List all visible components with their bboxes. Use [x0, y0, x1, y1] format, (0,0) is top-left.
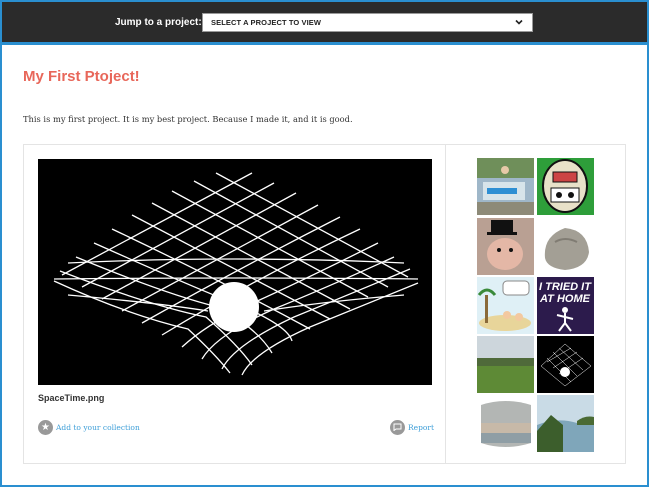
thumbnail-rock[interactable] — [537, 218, 594, 275]
page-frame: Jump to a project: SELECT A PROJECT TO V… — [0, 0, 649, 487]
star-icon: ★ — [38, 419, 53, 435]
tried-it-line1: I TRIED IT — [539, 281, 592, 293]
add-to-collection-button[interactable]: ★ Add to your collection — [38, 419, 140, 435]
thumbnail-tried-it-at-home[interactable]: I TRIED IT AT HOME — [537, 277, 594, 334]
image-filename: SpaceTime.png — [38, 393, 105, 403]
report-button[interactable]: Report — [390, 419, 434, 435]
jump-to-project-label: Jump to a project: — [115, 17, 202, 28]
thumbnail-ufo[interactable] — [477, 395, 534, 452]
main-image[interactable] — [38, 159, 432, 385]
report-label: Report — [408, 422, 435, 432]
spacetime-grid-image — [38, 159, 432, 385]
top-navigation-bar: Jump to a project: SELECT A PROJECT TO V… — [2, 2, 647, 45]
thumbnail-hamster[interactable] — [477, 218, 534, 275]
panel-divider — [445, 144, 446, 464]
thumbnail-comic[interactable] — [537, 158, 594, 215]
chevron-down-icon — [515, 19, 523, 25]
add-to-collection-label: Add to your collection — [56, 422, 140, 432]
project-description: This is my first project. It is my best … — [23, 114, 353, 124]
page-title: My First Ptoject! — [23, 68, 140, 85]
thumbnail-lake[interactable] — [537, 395, 594, 452]
project-select[interactable]: SELECT A PROJECT TO VIEW — [202, 13, 533, 32]
thumbnail-field[interactable] — [477, 336, 534, 393]
thumbnail-island-cartoon[interactable] — [477, 277, 534, 334]
flag-icon — [390, 419, 405, 435]
thumbnail-spacetime-small[interactable] — [537, 336, 594, 393]
thumbnail-pool[interactable] — [477, 158, 534, 215]
tried-it-line2: AT HOME — [539, 293, 591, 305]
project-select-value: SELECT A PROJECT TO VIEW — [211, 18, 322, 27]
